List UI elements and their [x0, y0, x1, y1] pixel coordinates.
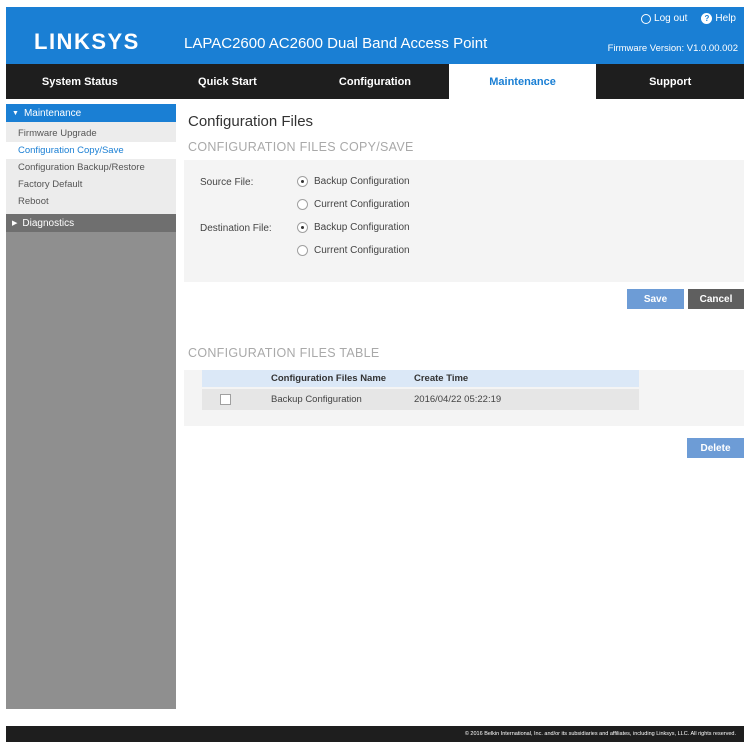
- logout-label: Log out: [654, 13, 688, 24]
- sidebar-group-maintenance[interactable]: ▼ Maintenance: [6, 104, 176, 122]
- table-row: Backup Configuration 2016/04/22 05:22:19: [202, 389, 639, 410]
- source-option-current[interactable]: Current Configuration: [297, 199, 410, 210]
- page-title: Configuration Files: [188, 113, 314, 130]
- radio-label: Backup Configuration: [314, 222, 410, 233]
- row-select-cell: [202, 394, 249, 405]
- sidebar: ▼ Maintenance Firmware Upgrade Configura…: [6, 104, 176, 709]
- column-header-create-time: Create Time: [414, 373, 469, 384]
- column-header-name: Configuration Files Name: [271, 373, 387, 384]
- product-title: LAPAC2600 AC2600 Dual Band Access Point: [184, 35, 488, 52]
- copy-save-panel: Source File: Backup Configuration Curren…: [184, 160, 744, 282]
- sidebar-submenu: Firmware Upgrade Configuration Copy/Save…: [6, 122, 176, 214]
- sidebar-item-configuration-copy-save[interactable]: Configuration Copy/Save: [6, 142, 176, 159]
- sidebar-group-label: Diagnostics: [22, 217, 75, 229]
- tab-configuration[interactable]: Configuration: [301, 64, 449, 99]
- create-time-cell: 2016/04/22 05:22:19: [414, 394, 502, 405]
- sidebar-item-firmware-upgrade[interactable]: Firmware Upgrade: [6, 125, 176, 142]
- footer: © 2016 Belkin International, Inc. and/or…: [6, 726, 744, 742]
- tab-support[interactable]: Support: [596, 64, 744, 99]
- tab-system-status[interactable]: System Status: [6, 64, 154, 99]
- table-header: Configuration Files Name Create Time: [202, 370, 639, 387]
- destination-option-current[interactable]: Current Configuration: [297, 245, 410, 256]
- caret-down-icon: ▼: [12, 109, 19, 117]
- sidebar-group-diagnostics[interactable]: ▶ Diagnostics: [6, 214, 176, 232]
- radio-label: Backup Configuration: [314, 176, 410, 187]
- destination-option-backup[interactable]: Backup Configuration: [297, 222, 410, 233]
- sidebar-item-configuration-backup-restore[interactable]: Configuration Backup/Restore: [6, 159, 176, 176]
- logout-link[interactable]: Log out: [641, 13, 687, 24]
- copyright-text: © 2016 Belkin International, Inc. and/or…: [464, 731, 736, 737]
- page: LINKSYS LAPAC2600 AC2600 Dual Band Acces…: [6, 7, 744, 742]
- tab-quick-start[interactable]: Quick Start: [154, 64, 302, 99]
- sidebar-item-factory-default[interactable]: Factory Default: [6, 176, 176, 193]
- power-icon: [641, 13, 652, 24]
- destination-file-label: Destination File:: [200, 223, 272, 234]
- radio-label: Current Configuration: [314, 199, 410, 210]
- header: LINKSYS LAPAC2600 AC2600 Dual Band Acces…: [6, 7, 744, 64]
- help-label: Help: [715, 13, 736, 24]
- help-link[interactable]: ? Help: [701, 13, 736, 24]
- caret-right-icon: ▶: [12, 220, 18, 227]
- delete-button[interactable]: Delete: [687, 438, 744, 458]
- cancel-button[interactable]: Cancel: [688, 289, 744, 309]
- help-icon: ?: [701, 13, 713, 24]
- files-table-panel: Configuration Files Name Create Time Bac…: [184, 370, 744, 426]
- radio-selected[interactable]: [297, 222, 308, 233]
- radio-label: Current Configuration: [314, 245, 410, 256]
- source-option-backup[interactable]: Backup Configuration: [297, 176, 410, 187]
- source-file-label: Source File:: [200, 177, 254, 188]
- sidebar-group-label: Maintenance: [23, 107, 82, 119]
- utility-links: Log out ? Help: [641, 13, 736, 24]
- section-title-files-table: CONFIGURATION FILES TABLE: [188, 346, 380, 360]
- file-name-cell: Backup Configuration: [271, 394, 362, 405]
- row-checkbox[interactable]: [220, 394, 231, 405]
- radio-unselected[interactable]: [297, 199, 308, 210]
- main-nav: System Status Quick Start Configuration …: [6, 64, 744, 99]
- radio-unselected[interactable]: [297, 245, 308, 256]
- radio-selected[interactable]: [297, 176, 308, 187]
- section-title-copy-save: CONFIGURATION FILES COPY/SAVE: [188, 140, 414, 154]
- firmware-version: Firmware Version: V1.0.00.002: [607, 43, 738, 54]
- linksys-logo[interactable]: LINKSYS: [34, 29, 140, 55]
- save-button[interactable]: Save: [627, 289, 684, 309]
- sidebar-item-reboot[interactable]: Reboot: [6, 193, 176, 210]
- tab-maintenance[interactable]: Maintenance: [448, 64, 597, 99]
